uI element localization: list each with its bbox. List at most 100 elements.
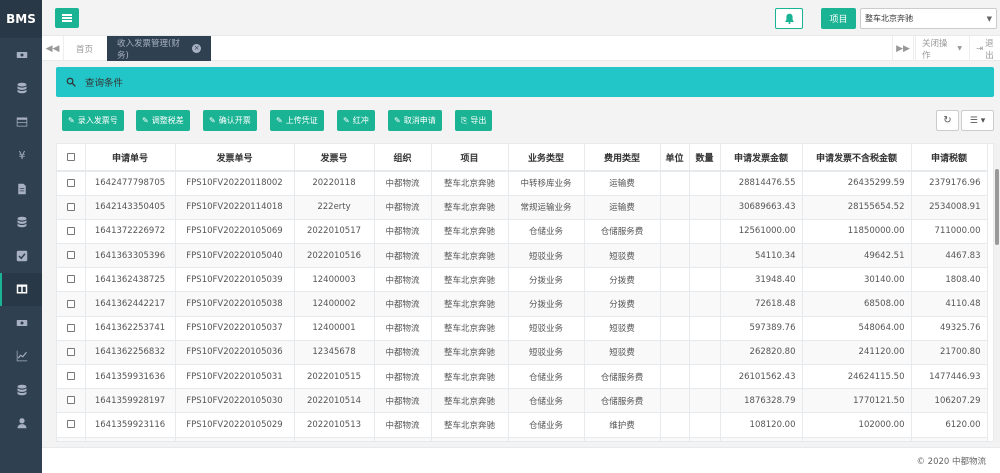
table-cell: 1477446.93 <box>911 364 988 390</box>
table-row[interactable]: 1642477798705 FPS10FV20220118002 20220118 中… <box>57 171 988 196</box>
column-header[interactable]: 业务类型 <box>508 144 585 172</box>
row-checkbox[interactable] <box>66 178 75 187</box>
table-cell: 中都物流 <box>374 195 432 220</box>
adjust-tax-diff-button[interactable]: ✎ 调整税差 <box>136 110 190 131</box>
row-checkbox[interactable] <box>66 299 75 308</box>
column-header[interactable]: 数量 <box>689 144 721 172</box>
column-header[interactable]: 项目 <box>431 144 509 172</box>
table-cell <box>660 316 690 341</box>
table-cell: 分拨费 <box>584 267 661 293</box>
sidebar-item-check[interactable] <box>0 239 42 273</box>
row-checkbox-cell[interactable] <box>57 219 86 245</box>
column-header[interactable]: 发票单号 <box>175 144 295 172</box>
table-row[interactable]: 1641372226972 FPS10FV20220105069 202201051… <box>57 219 988 245</box>
column-header[interactable]: 申请发票不含税金额 <box>802 144 912 172</box>
table-cell: 中都物流 <box>374 316 432 341</box>
scrollbar-thumb[interactable] <box>995 169 999 245</box>
sidebar-item-database[interactable] <box>0 72 42 106</box>
sidebar-item-database-3[interactable] <box>0 373 42 407</box>
table-cell: 中都物流 <box>374 267 432 293</box>
row-checkbox[interactable] <box>66 323 75 332</box>
table-cell: 短驳业务 <box>508 243 585 269</box>
row-checkbox[interactable] <box>66 420 75 429</box>
row-checkbox-cell[interactable] <box>57 316 86 341</box>
table-cell: 2022010515 <box>294 364 375 390</box>
row-checkbox-cell[interactable] <box>57 243 86 269</box>
sidebar-item-file[interactable] <box>0 172 42 206</box>
column-header[interactable]: 单位 <box>660 144 690 172</box>
column-header[interactable]: 申请税额 <box>911 144 988 172</box>
brand-logo[interactable]: BMS <box>0 0 42 38</box>
column-header[interactable]: 申请发票金额 <box>720 144 803 172</box>
sidebar-item-user[interactable] <box>0 407 42 441</box>
column-header[interactable]: 申请单号 <box>85 144 176 172</box>
table-cell: 2022010513 <box>294 412 375 438</box>
red-reversal-button[interactable]: ✎ 红冲 <box>337 110 375 131</box>
row-checkbox-cell[interactable] <box>57 437 86 441</box>
table-row[interactable]: 1641359928197 FPS10FV20220105030 202201051… <box>57 388 988 414</box>
tab-scroll-left-button[interactable]: ◀◀ <box>42 36 64 61</box>
upload-voucher-button[interactable]: ✎ 上传凭证 <box>270 110 324 131</box>
row-checkbox[interactable] <box>66 396 75 405</box>
table-cell: 1642477798705 <box>85 171 176 196</box>
row-checkbox[interactable] <box>66 347 75 356</box>
table-row[interactable]: 1641359931636 FPS10FV20220105031 202201051… <box>57 364 988 390</box>
table-row[interactable]: 1641359923116 FPS10FV20220105029 202201051… <box>57 412 988 438</box>
row-checkbox-cell[interactable] <box>57 171 86 196</box>
cancel-application-button[interactable]: ✎ 取消申请 <box>388 110 442 131</box>
refresh-button[interactable]: ↻ <box>936 110 959 131</box>
sidebar-item-table[interactable] <box>0 105 42 139</box>
sidebar-item-chart[interactable] <box>0 340 42 374</box>
row-checkbox-cell[interactable] <box>57 340 86 366</box>
table-row[interactable]: 1641362442217 FPS10FV20220105038 12400002 中… <box>57 291 988 317</box>
row-checkbox[interactable] <box>66 275 75 284</box>
table-row[interactable]: 1642143350405 FPS10FV20220114018 222erty 中都… <box>57 195 988 220</box>
column-header[interactable]: 费用类型 <box>584 144 661 172</box>
select-all-checkbox-cell[interactable] <box>57 144 86 172</box>
query-panel-header[interactable]: 查询条件 <box>56 67 994 97</box>
check-square-icon <box>16 250 28 261</box>
table-cell: FPS10FV20220105031 <box>175 364 295 390</box>
row-checkbox[interactable] <box>66 372 75 381</box>
tab-scroll-right-button[interactable]: ▶▶ <box>892 36 914 61</box>
vertical-scrollbar[interactable] <box>994 143 1000 442</box>
close-operations-dropdown[interactable]: 关闭操作 ▼ <box>915 36 968 61</box>
export-button[interactable]: ⎘ 导出 <box>455 110 493 131</box>
sidebar-item-money-2[interactable] <box>0 306 42 340</box>
row-checkbox-cell[interactable] <box>57 195 86 220</box>
tab-close-icon[interactable]: × <box>192 44 201 53</box>
menu-toggle-button[interactable] <box>55 8 79 28</box>
row-checkbox-cell[interactable] <box>57 412 86 438</box>
edit-icon: ✎ <box>276 116 283 125</box>
notification-button[interactable] <box>775 8 803 29</box>
select-all-checkbox[interactable] <box>66 152 75 161</box>
table-row[interactable]: 1641362253741 FPS10FV20220105037 12400001 中… <box>57 316 988 341</box>
table-cell: 72618.48 <box>720 291 803 317</box>
table-row[interactable]: 1641362256832 FPS10FV20220105036 12345678 中… <box>57 340 988 366</box>
table-row[interactable]: 1641363305396 FPS10FV20220105040 202201051… <box>57 243 988 269</box>
table-row[interactable]: 1641362438725 FPS10FV20220105039 12400003 中… <box>57 267 988 293</box>
row-checkbox[interactable] <box>66 202 75 211</box>
sidebar-item-database-2[interactable] <box>0 206 42 240</box>
query-title: 查询条件 <box>85 78 124 89</box>
project-select[interactable]: 整车北京奔驰 ▼ <box>860 8 997 29</box>
row-checkbox-cell[interactable] <box>57 364 86 390</box>
enter-invoice-number-button[interactable]: ✎ 录入发票号 <box>62 110 124 131</box>
row-checkbox[interactable] <box>66 251 75 260</box>
column-header[interactable]: 组织 <box>374 144 432 172</box>
sidebar-item-columns[interactable] <box>0 272 42 306</box>
row-checkbox-cell[interactable] <box>57 388 86 414</box>
row-checkbox[interactable] <box>66 226 75 235</box>
row-checkbox-cell[interactable] <box>57 267 86 293</box>
sidebar-item-money[interactable] <box>0 38 42 72</box>
column-header[interactable]: 发票号 <box>294 144 375 172</box>
sidebar-item-yen[interactable]: ¥ <box>0 139 42 173</box>
project-button[interactable]: 项目 <box>821 8 856 29</box>
row-checkbox-cell[interactable] <box>57 291 86 317</box>
table-row[interactable]: 1641359920074FPS10FV20220105028202201051… <box>57 437 988 441</box>
tab-invoice-management[interactable]: 收入发票管理(财务) × <box>107 36 211 61</box>
columns-toggle-button[interactable]: ☰ ▾ <box>961 110 994 131</box>
logout-button[interactable]: ⇥ 退出 <box>969 36 1000 61</box>
confirm-invoice-button[interactable]: ✎ 确认开票 <box>203 110 257 131</box>
tab-home[interactable]: 首页 <box>66 36 103 61</box>
